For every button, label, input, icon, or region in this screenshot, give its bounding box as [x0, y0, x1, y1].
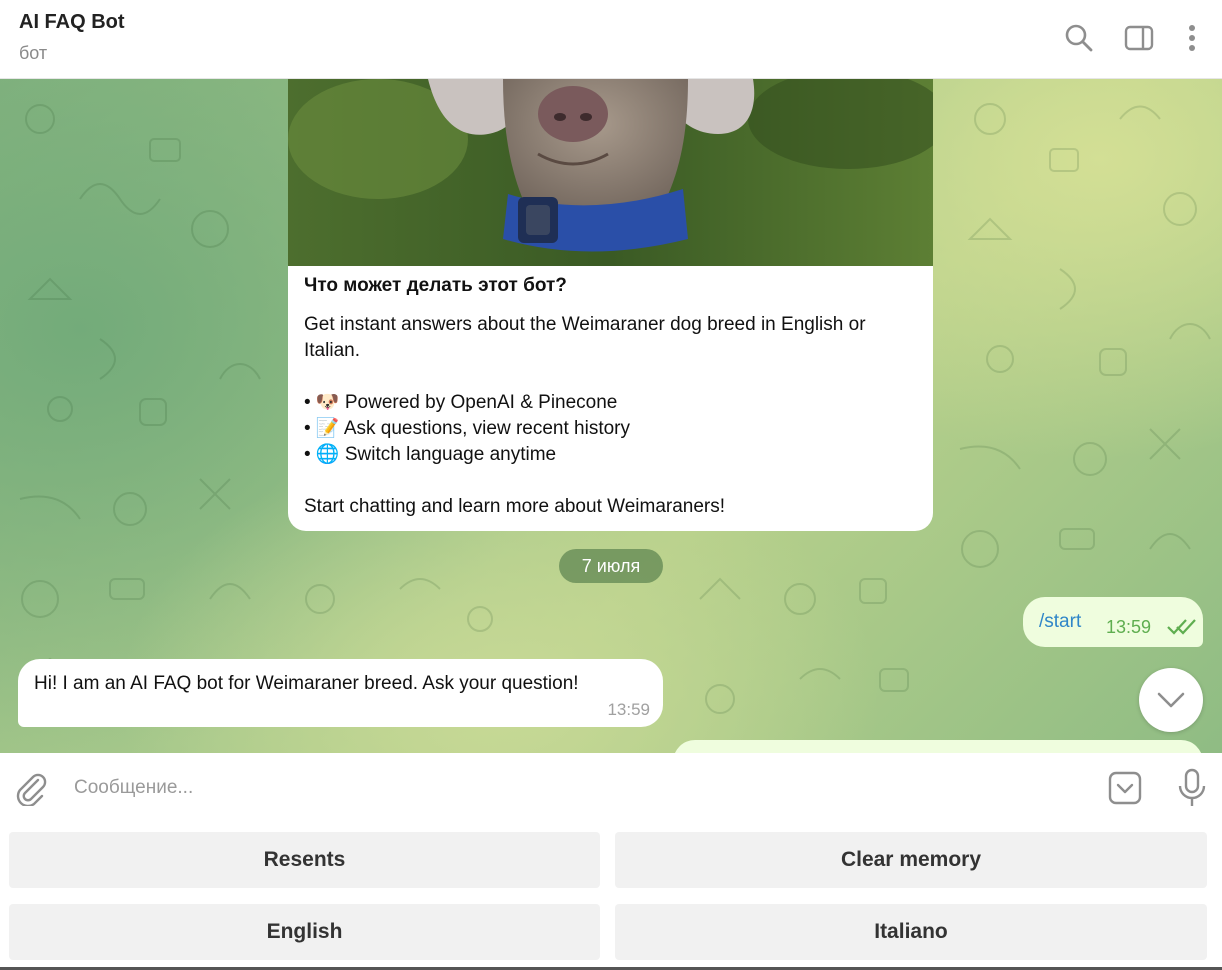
resents-button[interactable]: Resents [9, 832, 600, 888]
bot-intro-card: Что может делать этот бот? Get instant a… [288, 79, 933, 531]
reply-keyboard: Resents Clear memory English Italiano [0, 821, 1222, 970]
message-time: 13:59 [607, 700, 650, 719]
more-vertical-icon[interactable] [1176, 22, 1208, 54]
message-input[interactable] [72, 769, 1076, 807]
outgoing-message[interactable]: /start 13:59 [1023, 597, 1203, 647]
intro-body: Get instant answers about the Weimaraner… [304, 312, 919, 520]
english-button[interactable]: English [9, 904, 600, 960]
bot-keyboard-icon[interactable] [1107, 770, 1143, 806]
intro-feature: • 🌐 Switch language anytime [304, 444, 557, 465]
weimaraner-photo [288, 79, 933, 266]
intro-feature: • 🐶 Powered by OpenAI & Pinecone [304, 392, 618, 413]
intro-feature: • 📝 Ask questions, view recent history [304, 418, 630, 439]
search-icon[interactable] [1063, 22, 1095, 54]
intro-closing: Start chatting and learn more about Weim… [304, 496, 726, 517]
scroll-to-bottom-button[interactable] [1139, 668, 1203, 732]
chat-subtitle: бот [19, 43, 48, 63]
intro-description: Get instant answers about the Weimaraner… [304, 314, 866, 361]
chat-area[interactable]: Что может делать этот бот? Get instant a… [0, 79, 1222, 753]
intro-heading: Что может делать этот бот? [304, 275, 567, 296]
message-time: 13:59 [1106, 617, 1152, 637]
paperclip-icon[interactable] [12, 770, 48, 806]
chevron-down-icon [1157, 692, 1185, 708]
sidebar-toggle-icon[interactable] [1123, 22, 1155, 54]
read-double-check-icon [1167, 619, 1196, 635]
command-link[interactable]: /start [1039, 611, 1081, 633]
microphone-icon[interactable] [1175, 768, 1209, 808]
date-separator: 7 июля [559, 549, 663, 583]
message-text: Hi! I am an AI FAQ bot for Weimaraner br… [34, 673, 579, 694]
outgoing-message-partial[interactable] [673, 740, 1203, 753]
clear-memory-button[interactable]: Clear memory [615, 832, 1207, 888]
chat-title[interactable]: AI FAQ Bot [19, 11, 125, 34]
italiano-button[interactable]: Italiano [615, 904, 1207, 960]
incoming-message[interactable]: Hi! I am an AI FAQ bot for Weimaraner br… [18, 659, 663, 727]
message-composer [0, 753, 1222, 821]
chat-header: AI FAQ Bot бот [0, 0, 1222, 79]
